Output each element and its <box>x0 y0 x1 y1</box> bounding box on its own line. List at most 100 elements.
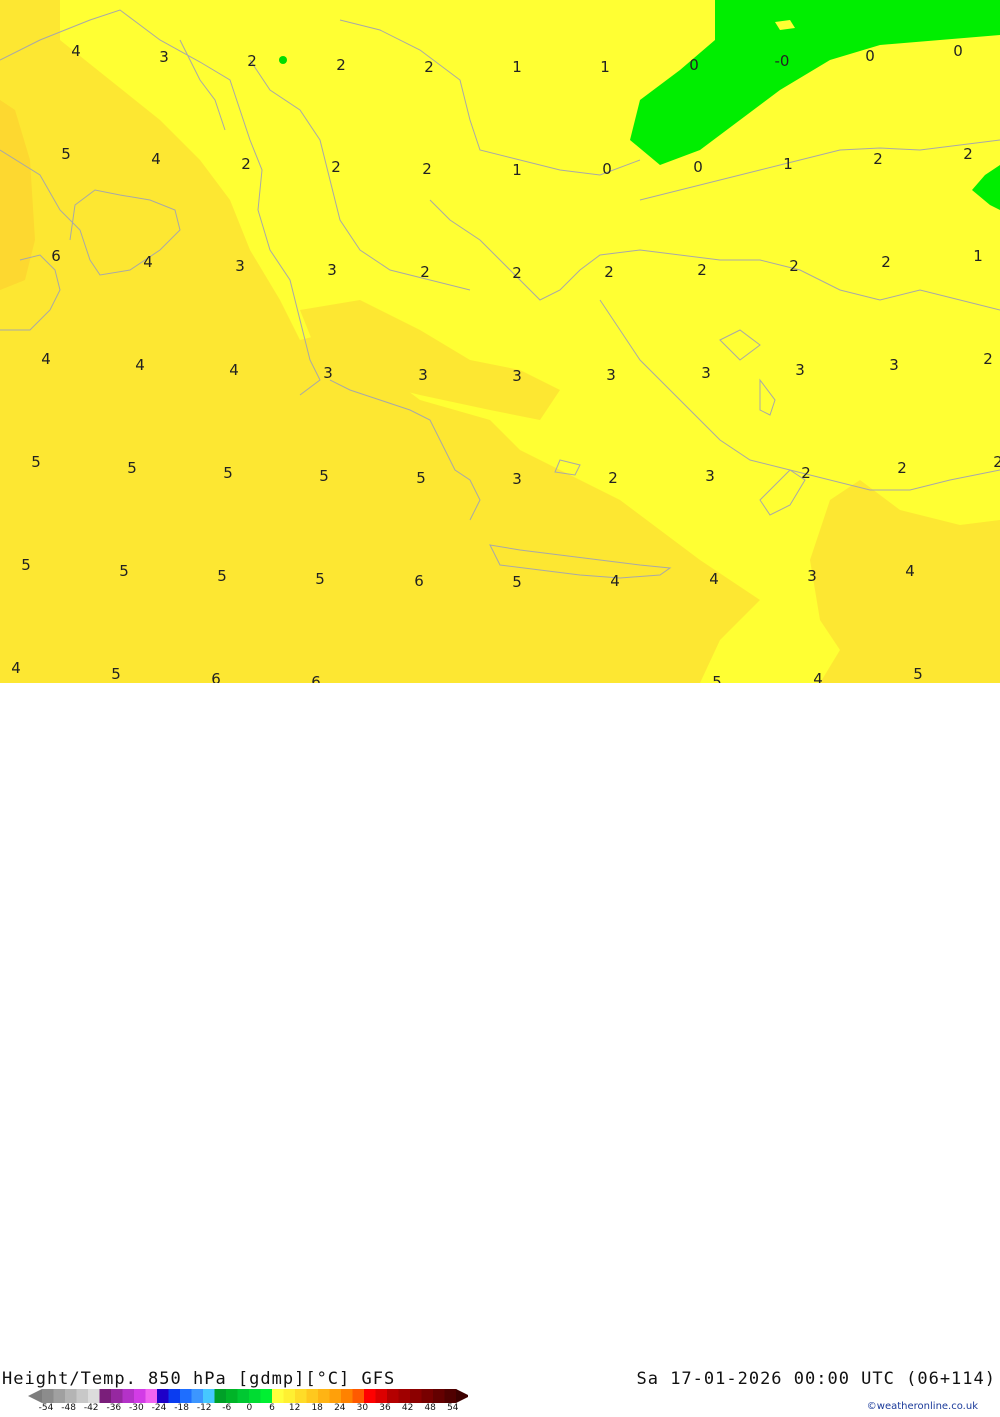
colorbar-cell <box>444 1389 457 1403</box>
footer: Height/Temp. 850 hPa [gdmp][°C] GFS Sa 1… <box>0 683 1000 1413</box>
field-label: 2 <box>424 58 434 76</box>
field-label: 2 <box>336 56 346 74</box>
colorbar-cell <box>122 1389 135 1403</box>
colorbar-cell <box>295 1389 307 1403</box>
field-label: 3 <box>701 364 711 382</box>
colorbar-cell <box>168 1389 181 1403</box>
colorbar-cell <box>352 1389 365 1403</box>
field-label: 4 <box>41 350 51 368</box>
field-label: 4 <box>71 42 81 60</box>
field-label: 5 <box>61 145 71 163</box>
field-label: 3 <box>512 470 522 488</box>
field-label: 1 <box>512 58 522 76</box>
field-label: 2 <box>963 145 973 163</box>
colorbar-tick-label: -12 <box>196 1403 212 1413</box>
colorbar-cell <box>88 1389 100 1403</box>
colorbar-tick-label: 18 <box>311 1403 323 1413</box>
valid-datetime: Sa 17-01-2026 00:00 UTC (06+114) <box>636 1369 996 1389</box>
field-label: 3 <box>606 366 616 384</box>
field-label: 4 <box>143 253 153 271</box>
field-label: 4 <box>813 670 823 683</box>
field-label: 2 <box>608 469 618 487</box>
colorbar-cell <box>421 1389 434 1403</box>
colorbar <box>28 1389 468 1403</box>
colorbar-cell <box>364 1389 376 1403</box>
colorbar-cell <box>157 1389 169 1403</box>
field-label: 2 <box>897 459 907 477</box>
colorbar-cell <box>134 1389 146 1403</box>
colorbar-cell <box>283 1389 296 1403</box>
field-label: 2 <box>247 52 257 70</box>
field-label: 5 <box>31 453 41 471</box>
colorbar-cell <box>341 1389 353 1403</box>
field-label: 1 <box>973 247 983 265</box>
field-label: 2 <box>697 261 707 279</box>
field-label: 2 <box>420 263 430 281</box>
colorbar-cell <box>203 1389 215 1403</box>
colorbar-cell <box>398 1389 411 1403</box>
field-label: 2 <box>422 160 432 178</box>
colorbar-tick-label: 30 <box>356 1403 369 1413</box>
colorbar-tick-label: -18 <box>174 1403 189 1413</box>
field-label: 2 <box>983 350 993 368</box>
colorbar-cell <box>180 1389 192 1403</box>
field-label: 1 <box>600 58 610 76</box>
field-label: 0 <box>953 42 963 60</box>
field-label: 4 <box>229 361 239 379</box>
colorbar-cell <box>249 1389 261 1403</box>
colorbar-tick-label: 54 <box>447 1403 459 1413</box>
colorbar-cell <box>42 1389 54 1403</box>
colorbar-cell <box>111 1389 123 1403</box>
colorbar-tick-label: -30 <box>129 1403 144 1413</box>
colorbar-cell <box>76 1389 89 1403</box>
colorbar-tick-label: -24 <box>151 1403 167 1413</box>
field-label: 4 <box>905 562 915 580</box>
colorbar-tick-label: 36 <box>379 1403 391 1413</box>
field-label: 3 <box>795 361 805 379</box>
colorbar-cells <box>42 1389 457 1403</box>
colorbar-cell <box>387 1389 399 1403</box>
field-label: 4 <box>709 570 719 588</box>
field-label: 5 <box>512 573 522 591</box>
field-label: 5 <box>21 556 31 574</box>
field-label: 1 <box>783 155 793 173</box>
field-label: 2 <box>512 264 522 282</box>
colorbar-tick-label: -48 <box>61 1403 76 1413</box>
field-label: 3 <box>418 366 428 384</box>
colorbar-tick-label: -6 <box>222 1403 232 1413</box>
colorbar-cell <box>260 1389 273 1403</box>
field-label: 5 <box>913 665 923 683</box>
colorbar-tick-label: 6 <box>269 1403 275 1413</box>
colorbar-tick-label: 24 <box>334 1403 346 1413</box>
colorbar-cell <box>99 1389 112 1403</box>
field-label: 4 <box>610 572 620 590</box>
colorbar-cell <box>306 1389 319 1403</box>
field-label: 5 <box>319 467 329 485</box>
field-label: 0 <box>689 56 699 74</box>
colorbar-cell <box>191 1389 204 1403</box>
colorbar-tick-label: -54 <box>38 1403 54 1413</box>
field-label: 3 <box>807 567 817 585</box>
field-label: 5 <box>217 567 227 585</box>
field-label: 5 <box>127 459 137 477</box>
colorbar-tick-label: -42 <box>83 1403 99 1413</box>
field-label: 2 <box>241 155 251 173</box>
field-label: 3 <box>889 356 899 374</box>
colorbar-tick-label: 48 <box>424 1403 436 1413</box>
field-label: 6 <box>51 247 61 265</box>
colorbar-cell <box>53 1389 66 1403</box>
field-label: 2 <box>604 263 614 281</box>
credit-link[interactable]: ©weatheronline.co.uk <box>867 1401 978 1412</box>
colorbar-tick-label: 42 <box>401 1403 414 1413</box>
field-label: 3 <box>159 48 169 66</box>
colorbar-cell <box>410 1389 422 1403</box>
field-label: 3 <box>327 261 337 279</box>
colorbar-cell <box>318 1389 330 1403</box>
field-label: 2 <box>801 464 811 482</box>
field-label: 5 <box>119 562 129 580</box>
weather-map: 4 3 2 2 2 1 1 0 -0 0 0 5 4 2 2 2 1 0 0 1 2 2 6 4 3 3 2 2 2 2 2 2 1 4 4 4 3 3 3… <box>0 0 1000 683</box>
map-title: Height/Temp. 850 hPa [gdmp][°C] GFS <box>2 1369 396 1389</box>
colorbar-cell <box>433 1389 445 1403</box>
field-label: 0 <box>865 47 875 65</box>
field-label: 2 <box>789 257 799 275</box>
